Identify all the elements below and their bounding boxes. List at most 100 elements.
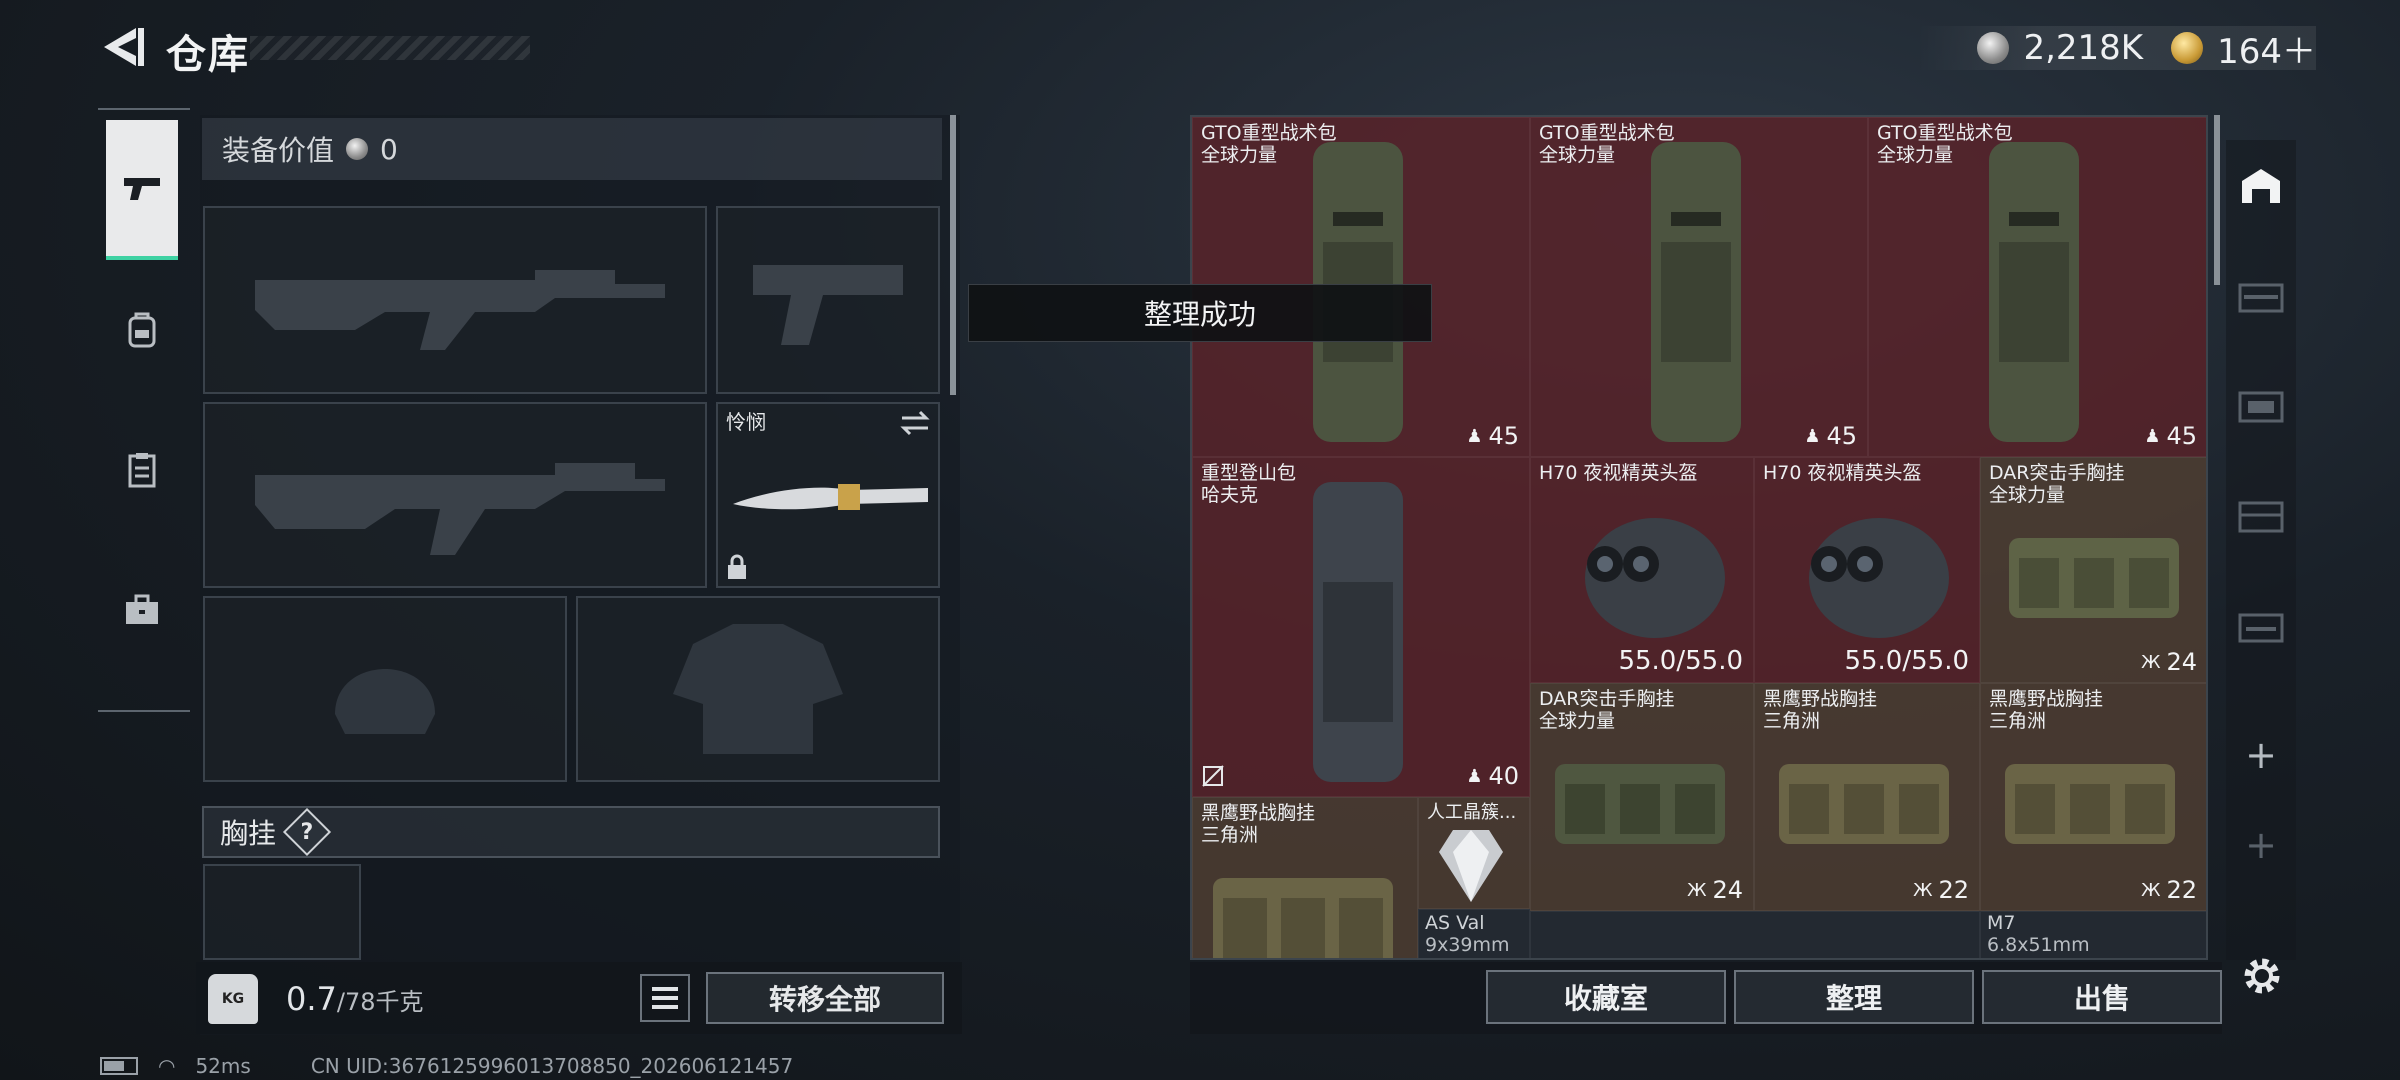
item-name: 黑鹰野战胸挂: [1989, 688, 2104, 710]
melee-slot[interactable]: 怜悯: [716, 402, 940, 588]
tab-storage-items[interactable]: [2226, 470, 2296, 560]
item-brand: 全球力量: [1201, 144, 1278, 166]
capacity-icon: ♟: [2144, 425, 2161, 447]
silver-coin-icon: [1977, 32, 2010, 64]
rifle-silhouette-icon: [255, 463, 665, 555]
tab-case[interactable]: [106, 540, 178, 680]
storage-item[interactable]: 黑鹰野战胸挂 三角洲: [1192, 797, 1418, 958]
tab-storage-weapons[interactable]: [2226, 250, 2296, 340]
sidearm-slot[interactable]: [716, 206, 940, 394]
arrange-button[interactable]: 整理: [1734, 970, 1974, 1024]
storage-item[interactable]: 黑鹰野战胸挂 三角洲 Ж 22: [1980, 683, 2206, 911]
item-brand: 哈夫克: [1201, 484, 1259, 506]
loadout-tab-bar: [98, 108, 190, 712]
chest-rig-label: 胸挂: [220, 817, 277, 850]
ping: 52ms: [195, 1054, 251, 1078]
item-name: DAR突击手胸挂: [1539, 688, 1675, 710]
storage-item[interactable]: GTO重型战术包 全球力量 ♟ 45: [1868, 117, 2206, 457]
help-icon[interactable]: ?: [282, 807, 332, 857]
chest-rig-image: [2009, 538, 2179, 618]
armor-slot[interactable]: [576, 596, 940, 782]
nvg-helmet-image: [1585, 518, 1725, 638]
tab-storage-misc[interactable]: [2226, 580, 2296, 670]
uid: CN UID:3676125996013708850_202606121457: [310, 1054, 794, 1078]
ammo-slot[interactable]: AS Val 9x39mm: [1418, 909, 1530, 958]
item-capacity: Ж 22: [2141, 876, 2197, 904]
sell-button[interactable]: 出售: [1982, 970, 2222, 1024]
plus-icon: +: [2245, 823, 2277, 867]
melee-name: 怜悯: [726, 410, 766, 434]
storage-item[interactable]: H70 夜视精英头盔 55.0/55.0: [1754, 457, 1980, 683]
carry-weight: 0.7/78千克: [286, 980, 424, 1018]
item-name: 重型登山包: [1201, 462, 1297, 484]
capacity-icon: Ж: [2141, 879, 2161, 901]
secondary-weapon-slot[interactable]: [203, 402, 707, 588]
item-brand: 全球力量: [1539, 710, 1616, 732]
silver-coin-amount: 2,218K: [2023, 28, 2144, 68]
storage-item[interactable]: 黑鹰野战胸挂 三角洲 Ж 22: [1754, 683, 1980, 911]
battery-icon: [100, 1057, 138, 1075]
plus-icon: +: [2245, 733, 2277, 777]
primary-weapon-slot[interactable]: [203, 206, 707, 394]
transfer-all-button[interactable]: 转移全部: [706, 972, 944, 1024]
item-brand: 三角洲: [1763, 710, 1821, 732]
no-insure-icon: [1202, 765, 1224, 787]
empty-cell[interactable]: [1530, 911, 1980, 958]
warehouse-icon: [2242, 169, 2280, 203]
tab-backpack[interactable]: [106, 260, 178, 400]
equipment-value-label: 装备价值: [222, 134, 335, 167]
chest-rig-image: [1555, 764, 1725, 844]
item-capacity: Ж 24: [1687, 876, 1743, 904]
clipboard-icon: [128, 453, 156, 488]
item-capacity: ♟ 45: [2144, 422, 2197, 450]
add-storage-button[interactable]: +: [2226, 710, 2296, 800]
storage-item[interactable]: DAR突击手胸挂 全球力量 Ж 24: [1980, 457, 2206, 683]
list-view-button[interactable]: [640, 974, 690, 1022]
gold-coin-icon: [2171, 32, 2204, 64]
equipment-value-bar: 装备价值 0: [202, 118, 942, 180]
storage-item[interactable]: DAR突击手胸挂 全球力量 Ж 24: [1530, 683, 1754, 911]
item-name: 黑鹰野战胸挂: [1201, 802, 1316, 824]
ammo-caliber: 6.8x51mm: [1987, 934, 2090, 956]
chest-rig-image: [1213, 878, 1393, 958]
page-title: 仓库: [166, 32, 250, 78]
item-capacity: Ж 24: [2141, 648, 2197, 676]
ammo-name: AS Val: [1425, 912, 1485, 934]
item-crate-icon: [2238, 501, 2284, 533]
briefcase-icon: [126, 594, 158, 624]
swap-icon[interactable]: [900, 410, 930, 436]
weapon-crate-icon: [2238, 283, 2284, 313]
nvg-helmet-image: [1809, 518, 1949, 638]
collection-room-button[interactable]: 收藏室: [1486, 970, 1726, 1024]
gear-icon[interactable]: [2238, 952, 2286, 1000]
item-brand: 全球力量: [1539, 144, 1616, 166]
item-brand: 三角洲: [1989, 710, 2047, 732]
tab-storage-equipment[interactable]: [2226, 360, 2296, 450]
chest-rig-image: [1779, 764, 1949, 844]
helmet-slot[interactable]: [203, 596, 567, 782]
item-name: DAR突击手胸挂: [1989, 462, 2125, 484]
storage-item[interactable]: GTO重型战术包 全球力量 ♟ 45: [1530, 117, 1868, 457]
tab-weapons[interactable]: [106, 120, 178, 260]
weight-current: 0.7: [286, 980, 337, 1018]
ammo-caliber: 9x39mm: [1425, 934, 1510, 956]
loadout-scrollbar[interactable]: [950, 115, 956, 395]
capacity-icon: Ж: [2141, 651, 2161, 673]
weight-max: /78千克: [336, 988, 424, 1016]
storage-grid: GTO重型战术包 全球力量 ♟ 45 GTO重型战术包 全球力量 ♟ 45 GTO重…: [1190, 115, 2208, 960]
storage-scrollbar[interactable]: [2214, 115, 2220, 285]
gold-coin-amount[interactable]: 164＋: [2217, 24, 2316, 73]
back-arrow-icon[interactable]: [96, 24, 146, 70]
storage-item[interactable]: 重型登山包 哈夫克 ♟ 40: [1192, 457, 1530, 797]
item-capacity: Ж 22: [1913, 876, 1969, 904]
tab-chest-rig[interactable]: [106, 400, 178, 540]
storage-item[interactable]: H70 夜视精英头盔 55.0/55.0: [1530, 457, 1754, 683]
add-storage-button-disabled[interactable]: +: [2226, 800, 2296, 890]
storage-item[interactable]: 人工晶簇...: [1418, 797, 1530, 909]
chest-rig-slot[interactable]: [203, 864, 361, 960]
wifi-icon: ◠: [158, 1054, 176, 1078]
item-capacity: ♟ 45: [1804, 422, 1857, 450]
ammo-slot[interactable]: M7 6.8x51mm: [1980, 911, 2206, 958]
tab-all-storage[interactable]: [2226, 140, 2296, 230]
backpack-image: [1651, 142, 1741, 442]
